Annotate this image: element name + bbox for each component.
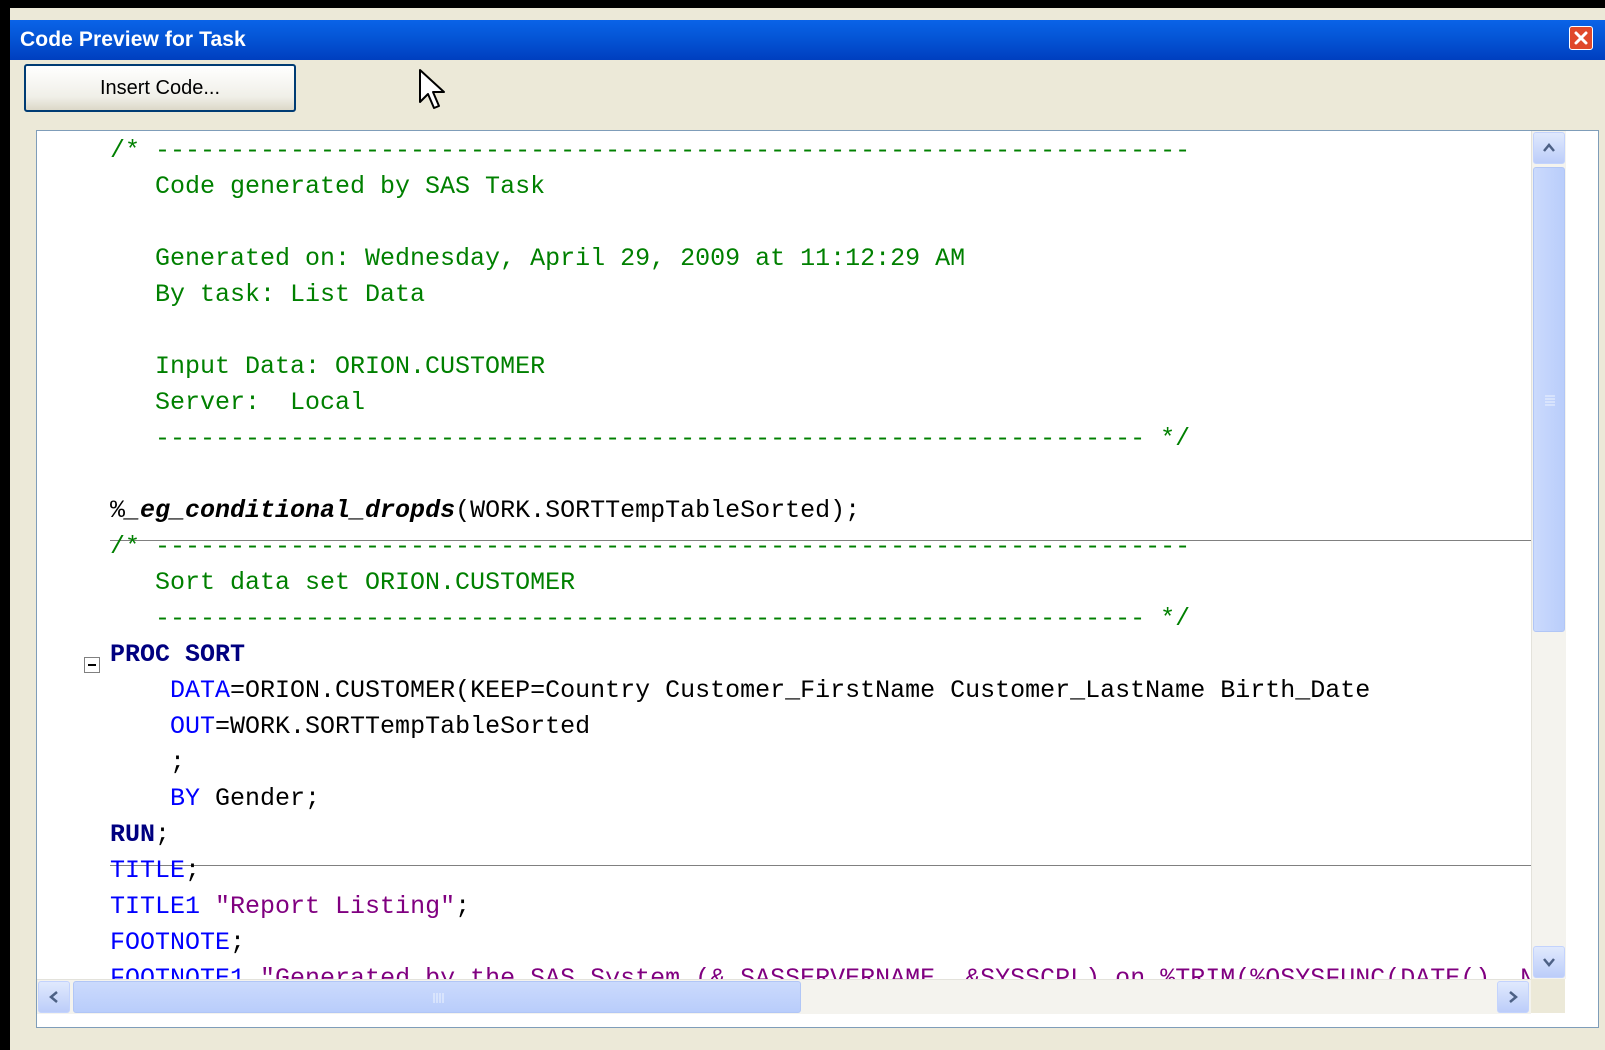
vertical-scrollbar[interactable] — [1531, 131, 1566, 979]
code-token: TITLE — [110, 856, 186, 885]
code-token: "Report Listing" — [215, 892, 456, 921]
code-line: ----------------------------------------… — [110, 601, 1190, 637]
code-token: OUT — [170, 712, 216, 741]
code-token: DATA — [170, 676, 231, 705]
code-line: %_eg_conditional_dropds(WORK.SORTTempTab… — [110, 493, 860, 529]
arrow-down-icon — [1543, 958, 1555, 967]
code-token: PROC SORT — [110, 640, 246, 669]
code-line: FOOTNOTE1 "Generated by the SAS System (… — [110, 961, 1531, 979]
horizontal-scrollbar[interactable] — [37, 979, 1531, 1014]
code-token: Code generated by SAS Task — [110, 172, 546, 201]
code-token: ; — [110, 748, 186, 777]
code-token: ----------------------------------------… — [110, 604, 1191, 633]
code-area[interactable]: /* -------------------------------------… — [37, 131, 1531, 979]
code-token: Gender; — [200, 784, 321, 813]
section-separator — [110, 865, 1531, 866]
arrow-up-icon — [1543, 143, 1555, 152]
code-token: _eg_conditional_dropds — [125, 496, 456, 525]
code-line: RUN; — [110, 817, 170, 853]
arrow-right-icon — [1509, 991, 1518, 1003]
code-token: ; — [155, 820, 171, 849]
code-token: BY — [170, 784, 201, 813]
code-token: FOOTNOTE1 — [110, 964, 246, 979]
code-token: ; — [185, 856, 201, 885]
code-token: ; — [230, 928, 246, 957]
code-line: OUT=WORK.SORTTempTableSorted — [110, 709, 590, 745]
close-icon — [1574, 31, 1588, 45]
code-line: Sort data set ORION.CUSTOMER — [110, 565, 575, 601]
code-token: ; — [455, 892, 471, 921]
mouse-pointer-icon — [419, 69, 445, 109]
collapse-icon[interactable] — [84, 657, 100, 673]
scroll-left-button[interactable] — [38, 981, 70, 1013]
code-token: =WORK.SORTTempTableSorted — [215, 712, 591, 741]
code-preview-window: Code Preview for Task Insert Code... /* … — [10, 8, 1605, 1050]
code-line: TITLE; — [110, 853, 200, 889]
insert-code-button[interactable]: Insert Code... — [24, 64, 296, 112]
window-title: Code Preview for Task — [20, 28, 246, 51]
toolbar: Insert Code... — [10, 60, 1605, 120]
horizontal-scroll-thumb[interactable] — [73, 981, 801, 1013]
vertical-scroll-thumb[interactable] — [1533, 167, 1565, 632]
code-token: /* -------------------------------------… — [110, 136, 1191, 165]
code-token: Input Data: ORION.CUSTOMER — [110, 352, 546, 381]
grip-icon — [433, 993, 444, 1003]
code-line: Generated on: Wednesday, April 29, 2009 … — [110, 241, 965, 277]
code-token: Generated on: Wednesday, April 29, 2009 … — [110, 244, 966, 273]
code-token: "Generated by the SAS System (&_SASSERVE… — [260, 964, 1531, 979]
resize-grip[interactable] — [1531, 979, 1565, 1013]
code-line: BY Gender; — [110, 781, 320, 817]
code-token: By task: List Data — [110, 280, 426, 309]
scroll-right-button[interactable] — [1497, 981, 1529, 1013]
code-token: % — [110, 496, 126, 525]
code-line: ; — [110, 745, 185, 781]
code-line: By task: List Data — [110, 277, 425, 313]
code-token: Sort data set ORION.CUSTOMER — [110, 568, 576, 597]
code-token: (WORK.SORTTempTableSorted); — [455, 496, 861, 525]
code-line: Code generated by SAS Task — [110, 169, 545, 205]
code-token: =ORION.CUSTOMER(KEEP=Country Customer_Fi… — [230, 676, 1371, 705]
code-line: PROC SORT — [110, 637, 245, 673]
code-line: FOOTNOTE; — [110, 925, 245, 961]
code-line: Input Data: ORION.CUSTOMER — [110, 349, 545, 385]
grip-icon — [1545, 395, 1555, 406]
code-line: TITLE1 "Report Listing"; — [110, 889, 470, 925]
code-token: TITLE1 — [110, 892, 201, 921]
code-line: Server: Local — [110, 385, 365, 421]
code-editor[interactable]: /* -------------------------------------… — [36, 130, 1599, 1028]
code-token: Server: Local — [110, 388, 366, 417]
code-line: /* -------------------------------------… — [110, 529, 1190, 565]
scroll-down-button[interactable] — [1533, 946, 1565, 978]
code-token: ----------------------------------------… — [110, 424, 1191, 453]
code-line: ----------------------------------------… — [110, 421, 1190, 457]
scroll-up-button[interactable] — [1533, 132, 1565, 164]
code-token: /* -------------------------------------… — [110, 532, 1191, 561]
arrow-left-icon — [49, 991, 58, 1003]
code-token: FOOTNOTE — [110, 928, 231, 957]
title-bar[interactable]: Code Preview for Task — [10, 20, 1605, 60]
code-token: RUN — [110, 820, 156, 849]
code-line: DATA=ORION.CUSTOMER(KEEP=Country Custome… — [110, 673, 1370, 709]
code-line: /* -------------------------------------… — [110, 133, 1190, 169]
close-button[interactable] — [1569, 26, 1593, 50]
